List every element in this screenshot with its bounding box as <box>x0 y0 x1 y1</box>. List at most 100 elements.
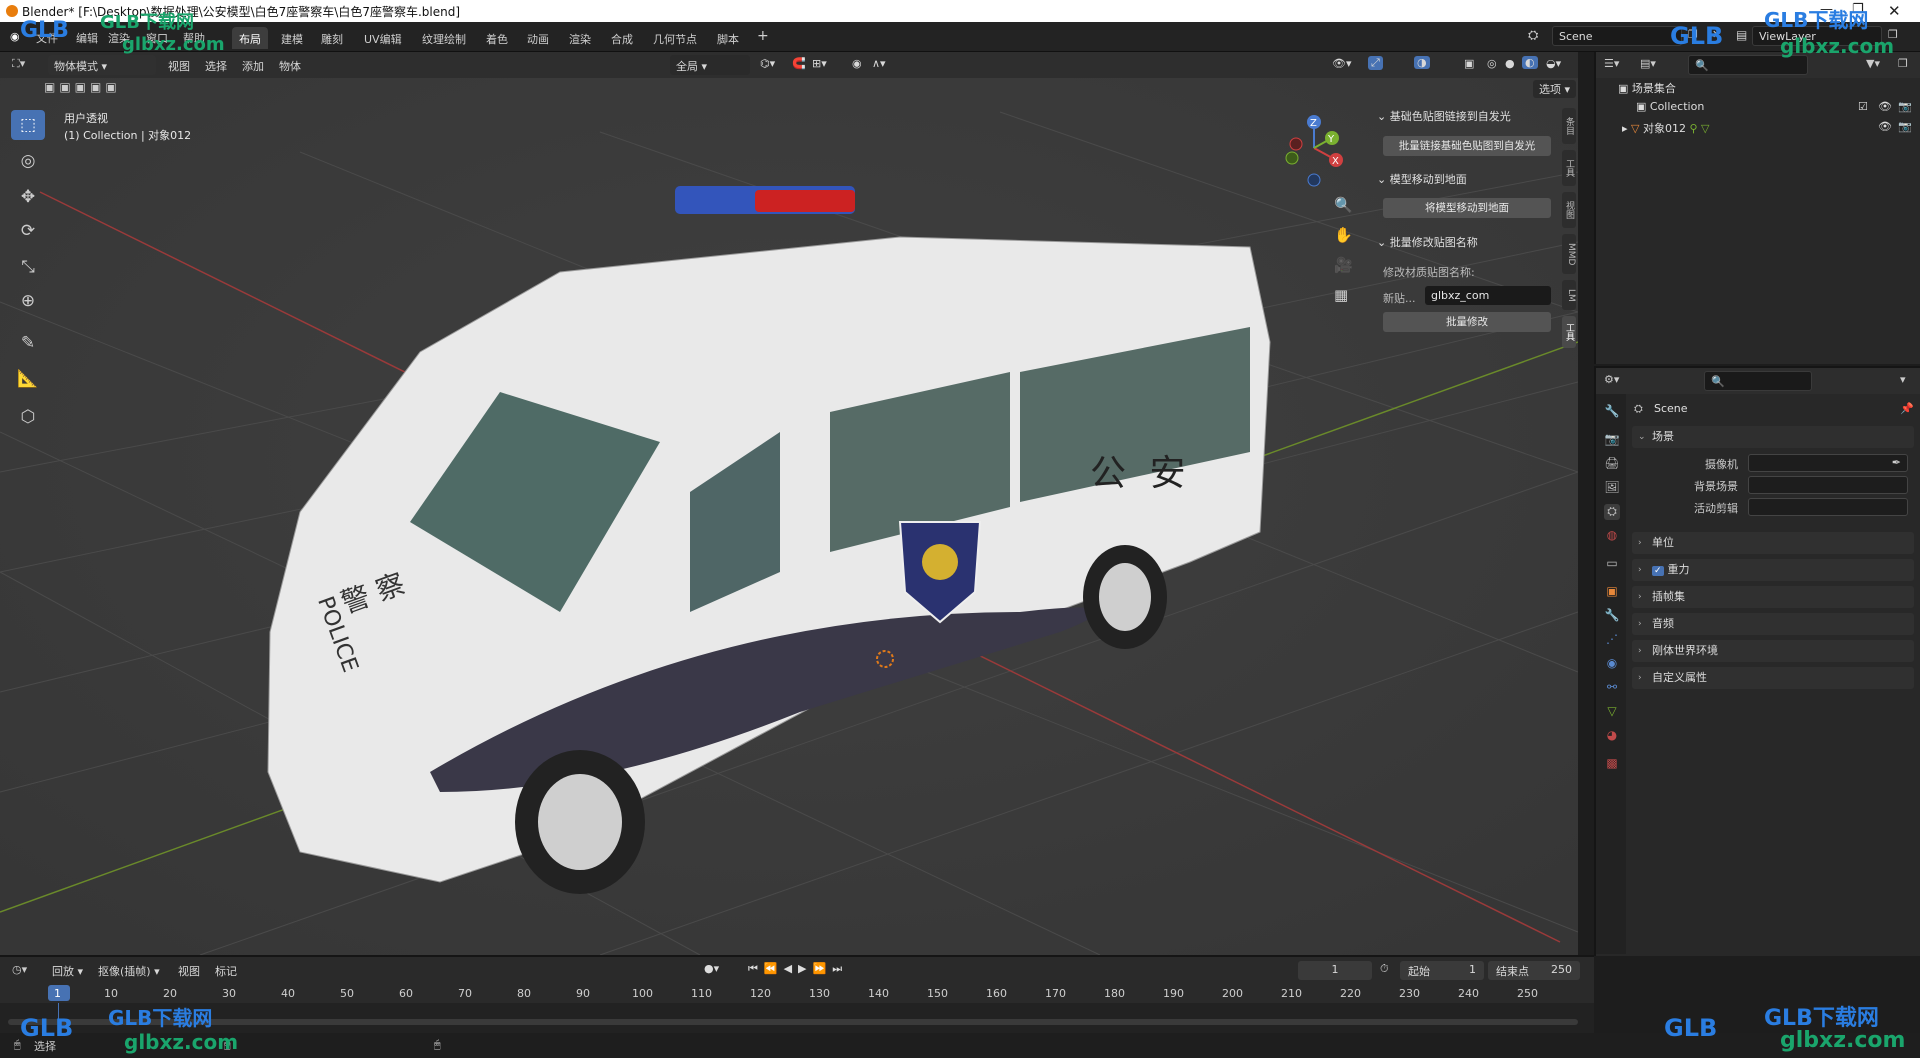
scene-section-header[interactable]: ⌄ 场景 <box>1632 426 1914 448</box>
object-visibility-icon[interactable]: 👁 <box>1878 120 1892 133</box>
editor-type-icon[interactable]: ⛶▾ <box>12 57 25 71</box>
record-icon[interactable]: ●▾ <box>704 962 719 975</box>
clock-icon[interactable]: ⏱ <box>1380 962 1389 976</box>
tab-layout[interactable]: 布局 <box>232 27 268 49</box>
menu-select[interactable]: 选择 <box>205 58 227 74</box>
timeline-area[interactable]: 1 10 20 30 40 50 60 70 80 90 100 110 120… <box>0 983 1594 1033</box>
eyedropper-icon[interactable]: ✒ <box>1892 456 1901 469</box>
wireframe-shading-icon[interactable]: ◎ <box>1487 57 1497 70</box>
data-tab-icon[interactable]: ▽ <box>1604 704 1620 720</box>
object-render-icon[interactable]: 📷 <box>1898 120 1912 133</box>
outliner-filter-icon[interactable]: ▼▾ <box>1866 57 1880 70</box>
overlay-toggle-icon[interactable]: ◑ <box>1414 56 1430 69</box>
rotate-tool-icon[interactable]: ⟳ <box>11 216 45 246</box>
batch-link-emission-button[interactable]: 批量链接基础色贴图到自发光 <box>1383 136 1551 156</box>
tab-texture-paint[interactable]: 纹理绘制 <box>415 27 473 49</box>
outliner-display-mode-icon[interactable]: ☰▾ <box>1604 57 1619 70</box>
xray-icon[interactable]: ▣ <box>1464 57 1474 70</box>
tab-scripting[interactable]: 脚本 <box>710 27 746 49</box>
outliner-scene-collection[interactable]: ▣ 场景集合 <box>1618 80 1676 96</box>
tab-item[interactable]: 条目 <box>1562 108 1576 144</box>
custom-properties-section[interactable]: › 自定义属性 <box>1632 667 1914 689</box>
new-collection-icon[interactable]: ❐ <box>1898 57 1908 70</box>
tab-tool[interactable]: 工具 <box>1562 150 1576 186</box>
gravity-checkbox[interactable]: ✓ <box>1652 566 1664 576</box>
keying-sets-section[interactable]: › 插帧集 <box>1632 586 1914 608</box>
navigation-gizmo[interactable]: Z X Y <box>1276 108 1356 188</box>
close-icon[interactable]: ✕ <box>1888 2 1901 20</box>
transform-tool-icon[interactable]: ⊕ <box>11 286 45 316</box>
section-move-to-ground-header[interactable]: ⌄ 模型移动到地面 <box>1377 171 1467 187</box>
rigid-body-world-section[interactable]: › 刚体世界环境 <box>1632 640 1914 662</box>
object-tab-icon[interactable]: ▣ <box>1604 584 1620 600</box>
current-frame-field[interactable]: 1 <box>1298 961 1372 980</box>
add-cube-tool-icon[interactable]: ⬡ <box>11 402 45 432</box>
annotate-tool-icon[interactable]: ✎ <box>11 328 45 358</box>
transform-orientation-selector[interactable]: 全局 ▾ <box>670 55 750 75</box>
falloff-icon[interactable]: ∧▾ <box>872 57 886 70</box>
tab-mmd[interactable]: MMD <box>1562 234 1576 274</box>
properties-search-input[interactable]: 🔍 <box>1704 371 1812 391</box>
pan-hand-icon[interactable]: ✋ <box>1334 226 1353 244</box>
snap-icon[interactable]: 🧲 <box>792 57 806 70</box>
tool-tab-icon[interactable]: 🔧 <box>1604 404 1620 420</box>
material-shading-icon[interactable]: ◐ <box>1522 56 1538 69</box>
tab-custom-tool[interactable]: 工具 <box>1562 316 1576 348</box>
material-tab-icon[interactable]: ◕ <box>1604 728 1620 744</box>
measure-tool-icon[interactable]: 📐 <box>11 364 45 394</box>
menu-object[interactable]: 物体 <box>279 58 301 74</box>
select-box-tool-icon[interactable]: ⬚ <box>11 110 45 140</box>
properties-editor-icon[interactable]: ⚙▾ <box>1604 373 1619 386</box>
view-layer-tab-icon[interactable]: 🖼 <box>1604 480 1620 496</box>
outliner-collection-row[interactable]: ▣ Collection <box>1636 100 1704 113</box>
constraints-tab-icon[interactable]: ⚯ <box>1604 680 1620 696</box>
perspective-toggle-icon[interactable]: ▦ <box>1334 286 1348 304</box>
new-texture-name-input[interactable]: glbxz_com <box>1425 286 1551 305</box>
end-frame-field[interactable]: 结束点 250 <box>1488 961 1580 980</box>
properties-options-icon[interactable]: ▾ <box>1900 373 1906 386</box>
tab-modeling[interactable]: 建模 <box>274 27 310 49</box>
tab-shading[interactable]: 着色 <box>479 27 515 49</box>
zoom-icon[interactable]: 🔍 <box>1334 196 1353 214</box>
markers-menu[interactable]: 标记 <box>215 963 237 979</box>
move-model-to-ground-button[interactable]: 将模型移动到地面 <box>1383 198 1551 218</box>
keying-menu[interactable]: 抠像(插帧) ▾ <box>98 963 160 979</box>
tab-geometry-nodes[interactable]: 几何节点 <box>646 27 704 49</box>
active-clip-field[interactable] <box>1748 498 1908 516</box>
section-rename-textures-header[interactable]: ⌄ 批量修改贴图名称 <box>1377 234 1478 250</box>
rendered-shading-icon[interactable]: ◒▾ <box>1546 57 1561 70</box>
section-emission-link-header[interactable]: ⌄ 基础色贴图链接到自发光 <box>1377 108 1511 124</box>
collection-checkbox[interactable]: ☑ <box>1858 100 1868 113</box>
outliner-object-row[interactable]: ▸ ▽ 对象012 ⚲ ▽ <box>1622 120 1710 136</box>
tab-animation[interactable]: 动画 <box>520 27 556 49</box>
mode-selector[interactable]: 物体模式 ▾ <box>48 55 156 75</box>
particles-tab-icon[interactable]: ⋰ <box>1604 632 1620 648</box>
tab-lm[interactable]: LM <box>1562 280 1576 310</box>
pin-icon[interactable]: 📌 <box>1900 402 1914 415</box>
output-tab-icon[interactable]: 🖨 <box>1604 456 1620 472</box>
tab-uv-editing[interactable]: UV编辑 <box>357 27 409 49</box>
physics-tab-icon[interactable]: ◉ <box>1604 656 1620 672</box>
playback-menu[interactable]: 回放 ▾ <box>52 963 83 979</box>
timeline-scrollbar[interactable] <box>8 1019 1578 1025</box>
render-tab-icon[interactable]: 📷 <box>1604 432 1620 448</box>
snap-target-icon[interactable]: ⊞▾ <box>812 57 827 70</box>
scene-tab-icon[interactable]: ⛭ <box>1604 504 1620 520</box>
batch-rename-button[interactable]: 批量修改 <box>1383 312 1551 332</box>
proportional-edit-icon[interactable]: ◉ <box>852 57 862 70</box>
playback-controls[interactable]: ⏮⏪◀▶⏩⏭ <box>748 962 848 976</box>
camera-view-icon[interactable]: 🎥 <box>1334 256 1353 274</box>
texture-tab-icon[interactable]: ▩ <box>1604 756 1620 772</box>
gizmo-toggle-icon[interactable]: ⤢ <box>1368 56 1383 70</box>
collection-tab-icon[interactable]: ▭ <box>1604 556 1620 572</box>
tab-sculpting[interactable]: 雕刻 <box>314 27 350 49</box>
outliner-search-input[interactable]: 🔍 <box>1688 55 1808 75</box>
pivot-icon[interactable]: ⌬▾ <box>760 57 775 70</box>
scale-tool-icon[interactable]: ⤡ <box>11 252 45 282</box>
scene-selector[interactable]: Scene <box>1552 26 1682 46</box>
audio-section[interactable]: › 音频 <box>1632 613 1914 635</box>
blender-menu-icon[interactable]: ◉ <box>10 30 20 43</box>
timeline-view-menu[interactable]: 视图 <box>178 963 200 979</box>
outliner-filter-mode-icon[interactable]: ▤▾ <box>1640 57 1656 70</box>
tab-compositing[interactable]: 合成 <box>604 27 640 49</box>
